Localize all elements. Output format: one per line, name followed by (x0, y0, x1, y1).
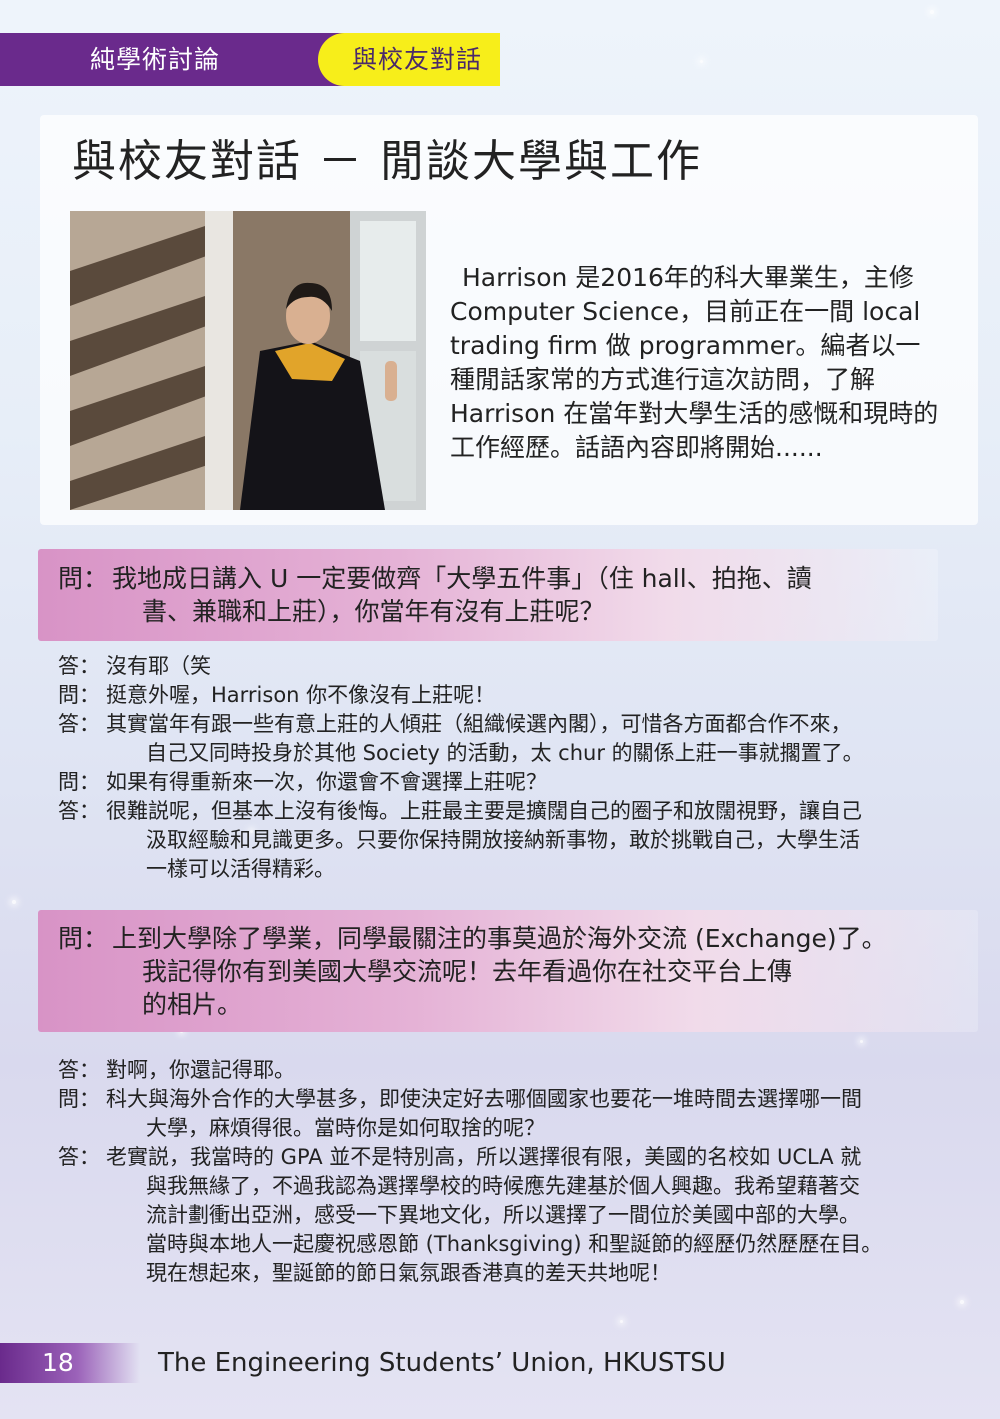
graduate-photo (70, 211, 426, 510)
sparkle (620, 1320, 623, 1323)
dialogue-text-cont: 大學，麻煩得很。當時你是如何取捨的呢？ (146, 1116, 545, 1140)
dialogue-line: 答： 很難説呢，但基本上沒有後悔。上莊最主要是擴闊自己的圈子和放闊視野，讓自己 … (58, 797, 968, 884)
question-label: 問： (58, 924, 109, 953)
speaker-label: 答： (58, 654, 100, 678)
dialogue-text: 如果有得重新來一次，你還會不會選擇上莊呢？ (106, 770, 547, 794)
dialogue-text-cont: 一樣可以活得精彩。 (146, 857, 335, 881)
dialogue-text-cont: 自己又同時投身於其他 Society 的活動，太 chur 的關係上莊一事就擱置… (146, 741, 864, 765)
dialogue-text-cont: 流計劃衝出亞洲，感受一下異地文化，所以選擇了一間位於美國中部的大學。 (146, 1203, 860, 1227)
sparkle (860, 1040, 863, 1043)
question-2-line-2: 我記得你有到美國大學交流呢！去年看過你在社交平台上傳 (142, 957, 793, 986)
question-2-line-1: 上到大學除了學業，同學最關注的事莫過於海外交流 (Exchange)了。 (112, 924, 887, 953)
speaker-label: 答： (58, 1058, 100, 1082)
speaker-label: 問： (58, 1087, 100, 1111)
dialogue-line: 問： 科大與海外合作的大學甚多，即使決定好去哪個國家也要花一堆時間去選擇哪一間 … (58, 1085, 968, 1143)
dialogue-text-block: 科大與海外合作的大學甚多，即使決定好去哪個國家也要花一堆時間去選擇哪一間 大學，… (106, 1085, 968, 1143)
dialogue-2: 答： 對啊，你還記得耶。 問： 科大與海外合作的大學甚多，即使決定好去哪個國家也… (58, 1056, 968, 1288)
speaker-label: 答： (58, 799, 100, 823)
dialogue-text: 很難説呢，但基本上沒有後悔。上莊最主要是擴闊自己的圈子和放闊視野，讓自己 (106, 799, 862, 823)
dialogue-text-cont: 現在想起來，聖誕節的節日氣氛跟香港真的差天共地呢！ (146, 1261, 671, 1285)
dialogue-line: 答： 沒有耶（笑 (58, 652, 968, 681)
speaker-label: 答： (58, 1145, 100, 1169)
speaker-label: 問： (58, 683, 100, 707)
dialogue-text-cont: 汲取經驗和見識更多。只要你保持開放接納新事物，敢於挑戰自己，大學生活 (146, 828, 860, 852)
dialogue-text-block: 其實當年有跟一些有意上莊的人傾莊（組織候選內閣），可惜各方面都合作不來， 自己又… (106, 710, 968, 768)
dialogue-text-cont: 當時與本地人一起慶祝感恩節 (Thanksgiving) 和聖誕節的經歷仍然歷歷… (146, 1232, 883, 1256)
sparkle (930, 10, 934, 14)
dialogue-text: 科大與海外合作的大學甚多，即使決定好去哪個國家也要花一堆時間去選擇哪一間 (106, 1087, 862, 1111)
dialogue-text: 老實説，我當時的 GPA 並不是特別高，所以選擇很有限，美國的名校如 UCLA … (106, 1145, 862, 1169)
question-2-line-3: 的相片。 (142, 990, 243, 1019)
dialogue-line: 問： 挺意外喔，Harrison 你不像沒有上莊呢！ (58, 681, 968, 710)
intro-paragraph: Harrison 是2016年的科大畢業生，主修 Computer Scienc… (450, 263, 939, 462)
speaker-label: 答： (58, 712, 100, 736)
question-label: 問： (58, 564, 109, 593)
question-2: 問： 上到大學除了學業，同學最關注的事莫過於海外交流 (Exchange)了。 … (58, 922, 978, 1021)
dialogue-text: 其實當年有跟一些有意上莊的人傾莊（組織候選內閣），可惜各方面都合作不來， (106, 712, 852, 736)
dialogue-text-block: 很難説呢，但基本上沒有後悔。上莊最主要是擴闊自己的圈子和放闊視野，讓自己 汲取經… (106, 797, 968, 884)
speaker-label: 問： (58, 770, 100, 794)
sparkle (960, 1300, 964, 1304)
dialogue-text: 沒有耶（笑 (106, 654, 211, 678)
dialogue-line: 答： 老實説，我當時的 GPA 並不是特別高，所以選擇很有限，美國的名校如 UC… (58, 1143, 968, 1288)
dialogue-line: 問： 如果有得重新來一次，你還會不會選擇上莊呢？ (58, 768, 968, 797)
dialogue-text: 對啊，你還記得耶。 (106, 1058, 295, 1082)
page-number: 18 (42, 1348, 74, 1377)
header-section-label: 純學術討論 (90, 45, 221, 74)
dialogue-line: 答： 其實當年有跟一些有意上莊的人傾莊（組織候選內閣），可惜各方面都合作不來， … (58, 710, 968, 768)
dialogue-text-block: 老實説，我當時的 GPA 並不是特別高，所以選擇很有限，美國的名校如 UCLA … (106, 1143, 968, 1288)
footer-organization: The Engineering Students’ Union, HKUSTSU (158, 1348, 726, 1378)
header-tab-label: 與校友對話 (352, 45, 483, 74)
question-1-line-2: 書、兼職和上莊），你當年有沒有上莊呢？ (142, 597, 605, 626)
dialogue-text-cont: 與我無緣了，不過我認為選擇學校的時候應先建基於個人興趣。我希望藉著交 (146, 1174, 860, 1198)
page-title: 與校友對話 － 閒談大學與工作 (72, 136, 702, 187)
question-1-line-1: 我地成日講入 U 一定要做齊「大學五件事」（住 hall、拍拖、讀 (112, 564, 812, 593)
dialogue-text: 挺意外喔，Harrison 你不像沒有上莊呢！ (106, 683, 496, 707)
question-1: 問： 我地成日講入 U 一定要做齊「大學五件事」（住 hall、拍拖、讀 書、兼… (58, 562, 938, 628)
sparkle (12, 900, 16, 904)
sparkle (700, 60, 703, 63)
dialogue-line: 答： 對啊，你還記得耶。 (58, 1056, 968, 1085)
dialogue-1: 答： 沒有耶（笑 問： 挺意外喔，Harrison 你不像沒有上莊呢！ 答： 其… (58, 652, 968, 884)
graduate-photo-illustration (70, 211, 426, 510)
